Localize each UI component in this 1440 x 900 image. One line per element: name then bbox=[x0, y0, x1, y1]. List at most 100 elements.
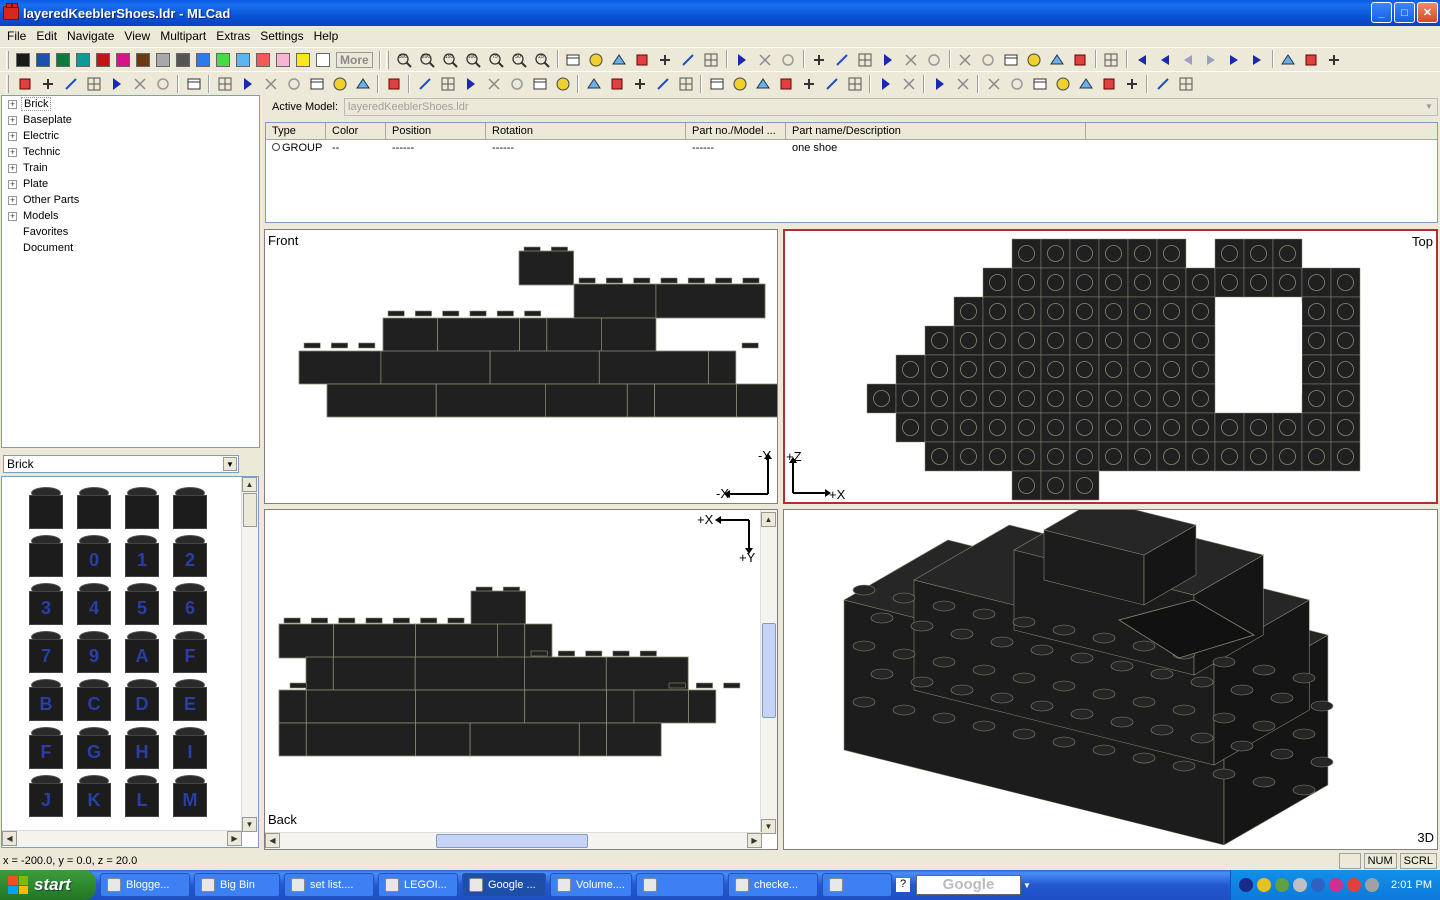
move-icon[interactable] bbox=[902, 50, 921, 69]
parts-tree[interactable]: + Brick + Baseplate + Electric + Technic + Train +… bbox=[1, 95, 260, 448]
graph-icon[interactable] bbox=[238, 74, 257, 93]
brick-part[interactable]: 3 bbox=[26, 581, 64, 625]
zoom-150-icon[interactable]: 150 bbox=[441, 50, 460, 69]
scroll-up-icon[interactable]: ▲ bbox=[761, 512, 776, 527]
brick-part[interactable] bbox=[26, 485, 64, 529]
brick-part[interactable]: L bbox=[122, 773, 160, 817]
tool-icon[interactable] bbox=[1053, 74, 1072, 93]
move-icon[interactable] bbox=[261, 74, 280, 93]
menu-extras[interactable]: Extras bbox=[211, 29, 255, 43]
shield-icon[interactable] bbox=[1257, 878, 1272, 892]
menu-multipart[interactable]: Multipart bbox=[155, 29, 211, 43]
scroll-right-icon[interactable]: ▶ bbox=[747, 833, 762, 848]
parts-preview-grid[interactable]: ▲ ▼ ◀ ▶ 012345679AFBCDEFGHIJKLM bbox=[1, 476, 259, 848]
rotate-icon[interactable] bbox=[979, 50, 998, 69]
column-rotation[interactable]: Rotation bbox=[486, 123, 686, 139]
more-colors-button[interactable]: More bbox=[336, 51, 373, 68]
forward-icon[interactable] bbox=[1202, 50, 1221, 69]
gear-icon[interactable] bbox=[553, 74, 572, 93]
arrow-icon[interactable] bbox=[438, 74, 457, 93]
table-row[interactable]: GROUP -- ------ ------ ------ one shoe bbox=[266, 140, 1437, 157]
properties-icon[interactable] bbox=[930, 74, 949, 93]
scroll-right-icon[interactable]: ▶ bbox=[227, 831, 242, 846]
brick-part[interactable]: G bbox=[74, 725, 112, 769]
menu-settings[interactable]: Settings bbox=[255, 29, 308, 43]
scroll-left-icon[interactable]: ◀ bbox=[265, 833, 280, 848]
bulb-icon[interactable] bbox=[1099, 74, 1118, 93]
rotate-icon[interactable] bbox=[610, 50, 629, 69]
expand-icon[interactable]: + bbox=[8, 115, 17, 125]
cross-icon[interactable] bbox=[676, 74, 695, 93]
brick-part[interactable]: 4 bbox=[74, 581, 112, 625]
maximize-button[interactable]: □ bbox=[1394, 2, 1415, 23]
column-color[interactable]: Color bbox=[326, 123, 386, 139]
part-icon[interactable] bbox=[530, 74, 549, 93]
tree-item-plate[interactable]: + Plate bbox=[2, 176, 259, 192]
bulb-icon[interactable] bbox=[733, 50, 752, 69]
animate-icon[interactable] bbox=[1279, 50, 1298, 69]
chevron-down-icon[interactable]: ▼ bbox=[1422, 100, 1436, 114]
brick-part[interactable]: H bbox=[122, 725, 160, 769]
first-step-icon[interactable] bbox=[1133, 50, 1152, 69]
tray-icon[interactable] bbox=[1329, 878, 1344, 892]
brick-part[interactable]: F bbox=[26, 725, 64, 769]
top-view[interactable]: Top +Z +X bbox=[783, 229, 1438, 504]
taskbar-task[interactable]: Volume.... bbox=[550, 873, 632, 897]
menu-file[interactable]: File bbox=[2, 29, 31, 43]
brick-part[interactable]: A bbox=[122, 629, 160, 673]
taskbar-task[interactable] bbox=[822, 873, 892, 897]
scroll-thumb[interactable] bbox=[436, 834, 588, 848]
text-icon[interactable] bbox=[38, 74, 57, 93]
taskbar-task[interactable]: checke... bbox=[728, 873, 818, 897]
zoom-50-icon[interactable]: 50 bbox=[510, 50, 529, 69]
color-swatch[interactable] bbox=[136, 52, 150, 67]
menu-navigate[interactable]: Navigate bbox=[62, 29, 119, 43]
new-file-icon[interactable] bbox=[707, 74, 726, 93]
column-part-no[interactable]: Part no./Model ... bbox=[686, 123, 786, 139]
refresh-icon[interactable] bbox=[756, 50, 775, 69]
step-icon[interactable] bbox=[61, 74, 80, 93]
color-swatch[interactable] bbox=[116, 52, 130, 67]
brick-part[interactable]: 0 bbox=[74, 533, 112, 577]
close-button[interactable]: ✕ bbox=[1417, 2, 1438, 23]
3d-view[interactable]: 3D bbox=[783, 509, 1438, 850]
brick-part[interactable]: 7 bbox=[26, 629, 64, 673]
scene-icon[interactable] bbox=[564, 50, 583, 69]
brick-part[interactable]: C bbox=[74, 677, 112, 721]
expand-icon[interactable]: + bbox=[8, 147, 17, 157]
zoom-200-icon[interactable]: 200 bbox=[418, 50, 437, 69]
delete-icon[interactable] bbox=[107, 74, 126, 93]
chevron-down-icon[interactable]: ▼ bbox=[1023, 881, 1031, 890]
cut-icon[interactable] bbox=[822, 74, 841, 93]
scroll-down-icon[interactable]: ▼ bbox=[761, 819, 776, 834]
tree-item-favorites[interactable]: Favorites bbox=[2, 224, 259, 240]
tray-icon[interactable] bbox=[1275, 878, 1290, 892]
grid-icon[interactable] bbox=[330, 74, 349, 93]
front-view[interactable]: Front -Y -X bbox=[264, 229, 778, 504]
bulb-icon[interactable] bbox=[1076, 74, 1095, 93]
back-icon[interactable] bbox=[1179, 50, 1198, 69]
rotate-icon[interactable] bbox=[1048, 50, 1067, 69]
scroll-thumb[interactable] bbox=[243, 493, 257, 527]
parts-vertical-scrollbar[interactable]: ▲ ▼ bbox=[241, 477, 258, 832]
network-icon[interactable] bbox=[1311, 878, 1326, 892]
color-swatch[interactable] bbox=[296, 52, 310, 67]
brick-part[interactable]: 5 bbox=[122, 581, 160, 625]
minimize-button[interactable]: _ bbox=[1371, 2, 1392, 23]
menu-edit[interactable]: Edit bbox=[31, 29, 62, 43]
open-folder-icon[interactable] bbox=[730, 74, 749, 93]
tool-icon[interactable] bbox=[1007, 74, 1026, 93]
taskbar-task[interactable]: LEGOI... bbox=[378, 873, 458, 897]
start-button[interactable]: start bbox=[0, 870, 96, 900]
zoom-300-icon[interactable]: 300 bbox=[395, 50, 414, 69]
hinge-icon[interactable] bbox=[584, 74, 603, 93]
snap-icon[interactable] bbox=[633, 50, 652, 69]
toolbar-grip[interactable] bbox=[6, 50, 9, 69]
volume-icon[interactable] bbox=[1365, 878, 1380, 892]
brick-part[interactable]: F bbox=[170, 629, 208, 673]
ungroup-icon[interactable] bbox=[184, 74, 203, 93]
expand-icon[interactable]: + bbox=[8, 179, 17, 189]
rotate-icon[interactable] bbox=[1025, 50, 1044, 69]
brick-part[interactable]: K bbox=[74, 773, 112, 817]
table-icon[interactable] bbox=[307, 74, 326, 93]
